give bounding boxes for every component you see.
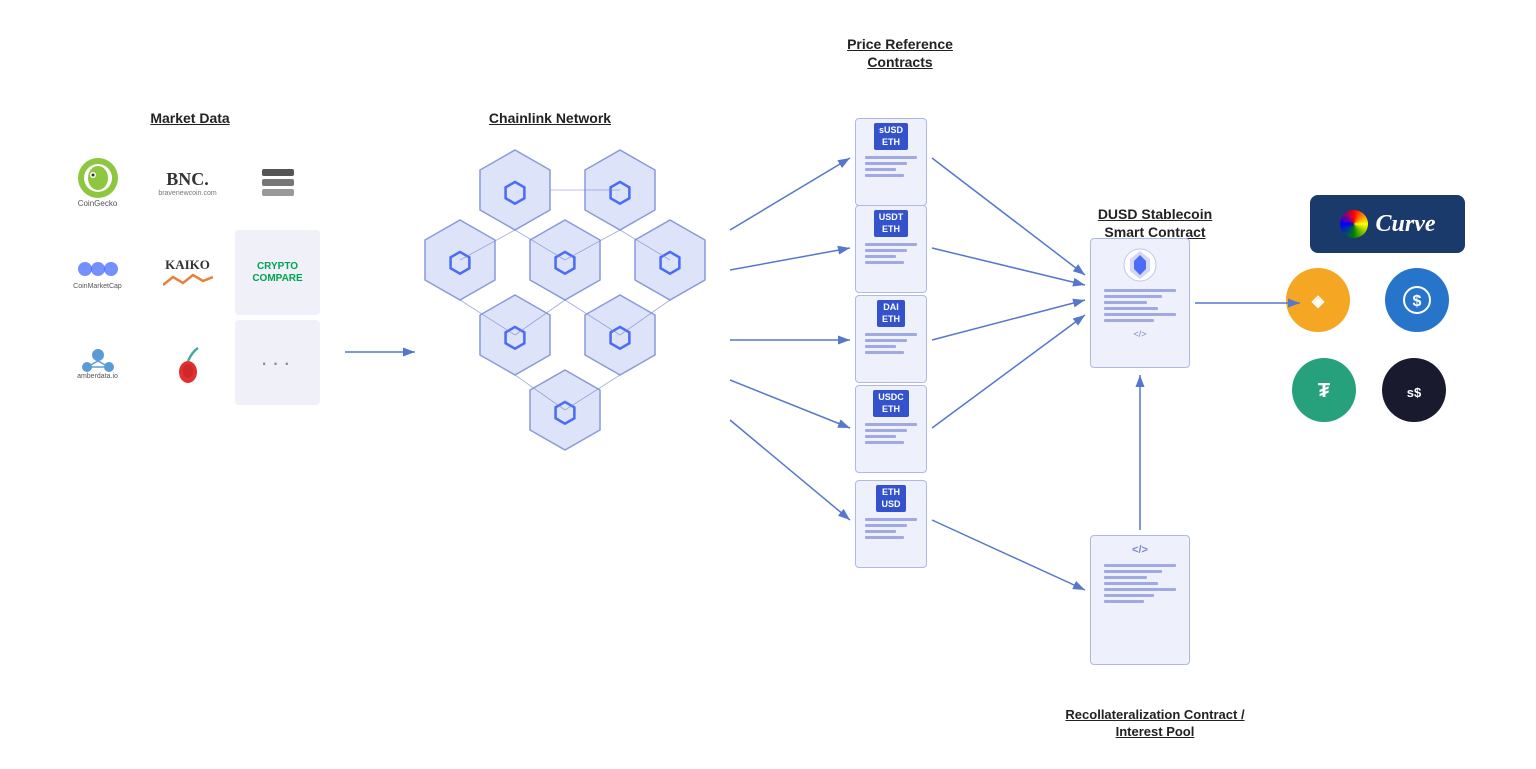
stack-logo bbox=[235, 140, 320, 225]
coinmarketcap-logo: CoinMarketCap bbox=[55, 230, 140, 315]
usdc-eth-contract: USDCETH bbox=[855, 385, 927, 473]
dai-badge: DAIETH bbox=[877, 300, 905, 327]
curve-logo: Curve bbox=[1310, 195, 1465, 253]
chili-logo bbox=[145, 320, 230, 405]
diagram-container: Market Data Chainlink Network Price Refe… bbox=[0, 0, 1536, 769]
usdt-eth-contract: USDTETH bbox=[855, 205, 927, 293]
svg-text:◈: ◈ bbox=[1311, 293, 1325, 310]
usdc-badge: USDCETH bbox=[873, 390, 909, 417]
market-data-title: Market Data bbox=[60, 110, 320, 126]
eth-usd-badge: ETHUSD bbox=[876, 485, 905, 512]
curve-rainbow-icon bbox=[1340, 210, 1368, 238]
recoll-contract: </> bbox=[1090, 535, 1190, 665]
dai-eth-contract: DAIETH bbox=[855, 295, 927, 383]
bnc-logo: BNC. bravenewcoin.com bbox=[145, 140, 230, 225]
price-reference-title: Price ReferenceContracts bbox=[820, 35, 980, 71]
dusd-title: DUSD StablecoinSmart Contract bbox=[1065, 205, 1245, 241]
susd-badge: sUSDETH bbox=[874, 123, 908, 150]
svg-text:⬡: ⬡ bbox=[608, 322, 632, 353]
usdc-token: $ USDC bbox=[1400, 268, 1434, 284]
svg-text:s$: s$ bbox=[1407, 385, 1422, 400]
dai-token: ◈ DAI bbox=[1308, 268, 1329, 284]
curve-label: Curve bbox=[1376, 211, 1436, 238]
usdt-token: ₮ USDT bbox=[1308, 358, 1341, 374]
dusd-contract-main: </> bbox=[1090, 238, 1190, 368]
svg-text:⬡: ⬡ bbox=[553, 397, 577, 428]
svg-text:⬡: ⬡ bbox=[503, 177, 527, 208]
cryptocompare-logo: CRYPTOCOMPARE bbox=[235, 230, 320, 315]
svg-text:⬡: ⬡ bbox=[503, 322, 527, 353]
usdt-badge: USDTETH bbox=[874, 210, 909, 237]
svg-text:⬡: ⬡ bbox=[658, 247, 682, 278]
susd-eth-contract: sUSDETH bbox=[855, 118, 927, 206]
recollateralization-title: Recollateralization Contract /Interest P… bbox=[1050, 707, 1260, 741]
svg-text:⬡: ⬡ bbox=[608, 177, 632, 208]
coingecko-logo: CoinGecko bbox=[55, 140, 140, 225]
svg-text:⬡: ⬡ bbox=[448, 247, 472, 278]
svg-text:₮: ₮ bbox=[1318, 380, 1330, 402]
logo-grid: CoinGecko BNC. bravenewcoin.com CoinMark… bbox=[55, 140, 320, 405]
eth-usd-contract: ETHUSD bbox=[855, 480, 927, 568]
susd-token: s$ sUSD bbox=[1398, 358, 1430, 374]
kaiko-logo: KAIKO bbox=[145, 230, 230, 315]
chainlink-network-svg: ⬡ ⬡ ⬡ ⬡ ⬡ ⬡ ⬡ ⬡ bbox=[400, 140, 720, 540]
svg-text:$: $ bbox=[1413, 293, 1422, 310]
chainlink-title: Chainlink Network bbox=[450, 110, 650, 126]
svg-text:⬡: ⬡ bbox=[553, 247, 577, 278]
amberdata-logo: amberdata.io bbox=[55, 320, 140, 405]
more-logo: ··· bbox=[235, 320, 320, 405]
